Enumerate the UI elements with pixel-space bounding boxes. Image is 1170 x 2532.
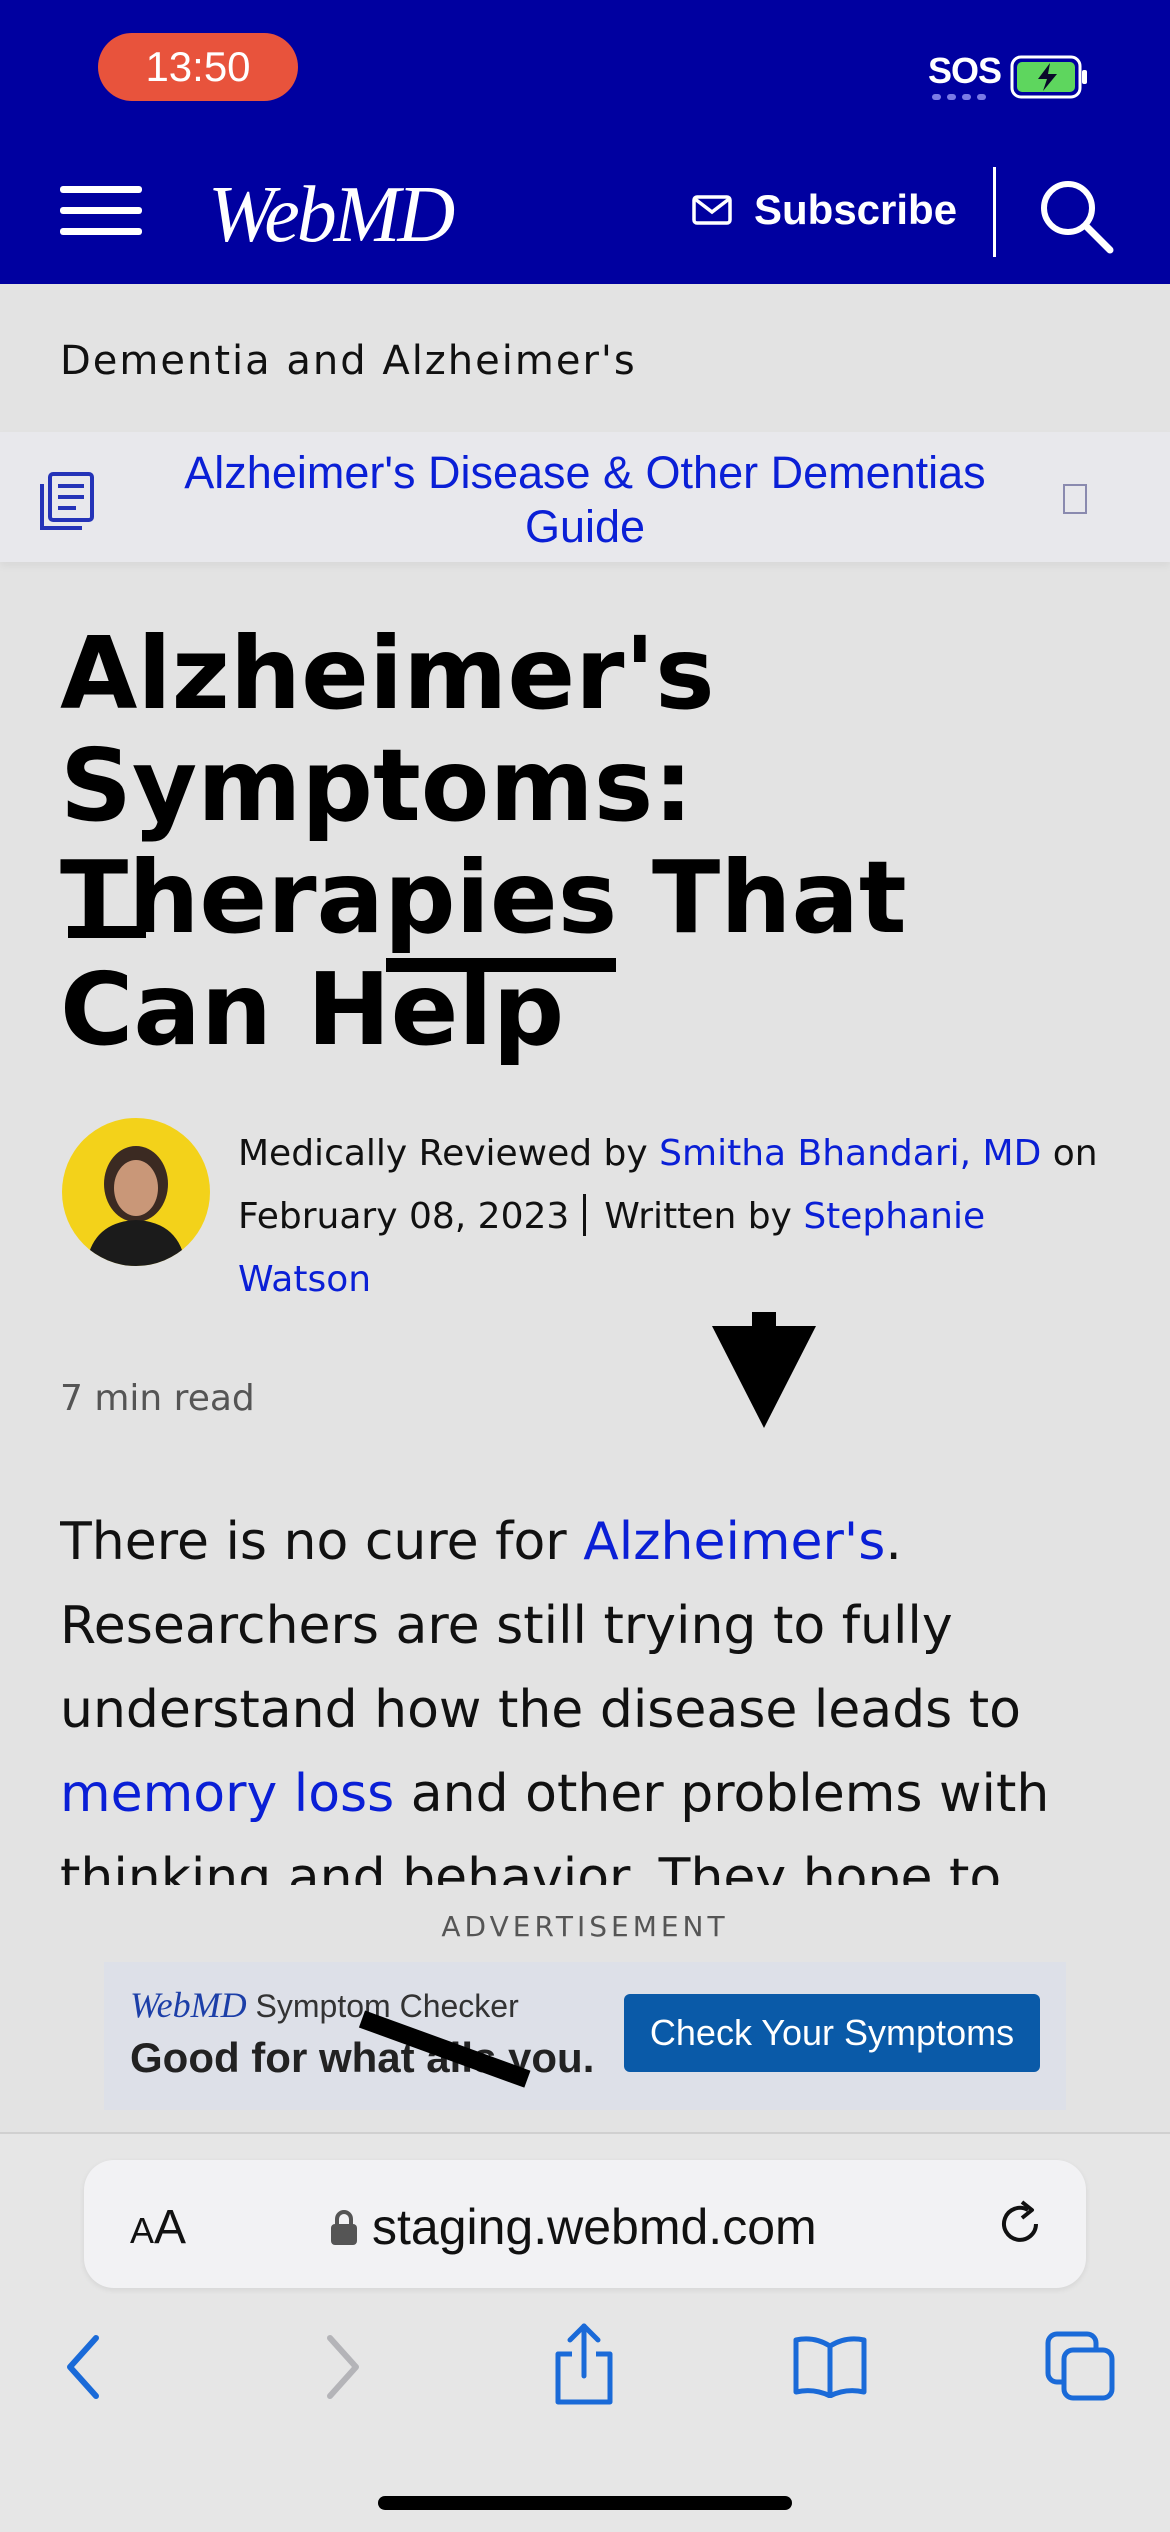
article-body: There is no cure for Alzheimer's. Resear…: [60, 1500, 1140, 1885]
url-display[interactable]: staging.webmd.com: [330, 2198, 817, 2256]
guide-list-icon: [40, 472, 94, 530]
hamburger-menu-button[interactable]: [60, 180, 144, 240]
text-size-large: A: [154, 2201, 187, 2254]
avatar-photo: [86, 1146, 186, 1266]
sos-indicator: SOS: [928, 50, 1002, 91]
reviewed-on: on: [1041, 1133, 1098, 1174]
byline-separator: [583, 1194, 587, 1236]
tabs-icon[interactable]: [1044, 2330, 1116, 2402]
read-time: 7 min read: [60, 1378, 255, 1419]
browser-toolbar: AA staging.webmd.com: [0, 2132, 1170, 2532]
article-title: Alzheimer's Symptoms: Therapies That Can…: [60, 615, 907, 1068]
battery-charging-icon: [1010, 55, 1087, 99]
ad-label: ADVERTISEMENT: [441, 1910, 729, 1943]
reviewer-link[interactable]: Smitha Bhandari, MD: [659, 1133, 1041, 1174]
check-symptoms-button[interactable]: Check Your Symptoms: [624, 1994, 1040, 2072]
guide-link[interactable]: Alzheimer's Disease & Other Dementias Gu…: [140, 446, 1030, 554]
site-header: 13:50 SOS WebMD Subscribe: [0, 0, 1170, 284]
headline-mark: [386, 958, 616, 972]
page: 13:50 SOS WebMD Subscribe Dementia and A…: [0, 0, 1170, 2532]
envelope-icon: [692, 195, 732, 225]
home-indicator[interactable]: [378, 2496, 792, 2510]
article-paragraph: There is no cure for Alzheimer's. Resear…: [60, 1500, 1140, 1885]
text-size-small: A: [130, 2210, 155, 2251]
reviewer-avatar[interactable]: [62, 1118, 210, 1266]
guide-banner[interactable]: Alzheimer's Disease & Other Dementias Gu…: [0, 432, 1170, 562]
ad-brand: WebMD Symptom Checker: [130, 1984, 519, 2026]
memory-loss-link[interactable]: memory loss: [60, 1764, 394, 1824]
text-size-button[interactable]: AA: [130, 2200, 186, 2255]
bookmarks-icon[interactable]: [792, 2334, 868, 2398]
reload-icon[interactable]: [992, 2196, 1048, 2252]
back-icon[interactable]: [60, 2332, 110, 2402]
article-byline: Medically Reviewed by Smitha Bhandari, M…: [238, 1122, 1118, 1311]
arrow-down-icon: [712, 1312, 816, 1428]
ad-brand-logo: WebMD: [130, 1985, 247, 2025]
subscribe-label: Subscribe: [754, 186, 958, 233]
url-text: staging.webmd.com: [372, 2199, 817, 2255]
subscribe-button[interactable]: Subscribe: [692, 186, 957, 234]
reviewed-prefix: Medically Reviewed by: [238, 1133, 660, 1174]
forward-icon[interactable]: [316, 2332, 366, 2402]
alzheimers-link[interactable]: Alzheimer's: [583, 1512, 885, 1572]
category-breadcrumb[interactable]: Dementia and Alzheimer's: [60, 338, 637, 384]
ad-banner[interactable]: WebMD Symptom Checker Good for what ails…: [104, 1962, 1066, 2110]
review-date: February 08, 2023: [238, 1196, 570, 1237]
headline-mark: [68, 926, 146, 938]
webmd-logo[interactable]: WebMD: [208, 170, 455, 261]
address-bar[interactable]: AA staging.webmd.com: [84, 2160, 1086, 2288]
signal-dots: [932, 94, 992, 100]
share-icon[interactable]: [552, 2322, 616, 2406]
lock-icon: [331, 2210, 357, 2245]
header-divider: [993, 167, 996, 257]
written-prefix: Written by: [604, 1196, 804, 1237]
status-time[interactable]: 13:50: [98, 33, 298, 101]
guide-placeholder-box: [1063, 484, 1087, 514]
advertisement-section: ADVERTISEMENT WebMD Symptom Checker Good…: [0, 1890, 1170, 2132]
search-icon[interactable]: [1038, 178, 1114, 254]
body-text: There is no cure for: [60, 1512, 584, 1572]
